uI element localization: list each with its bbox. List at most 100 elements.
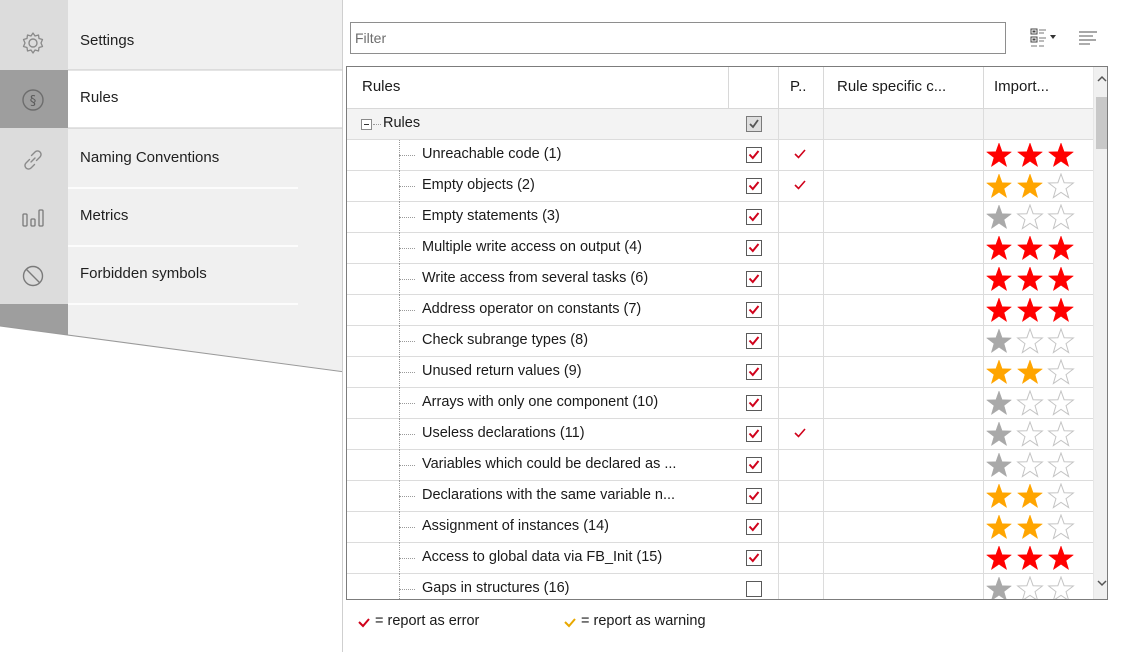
- star-filled-icon[interactable]: [1047, 142, 1075, 168]
- star-filled-icon[interactable]: [985, 514, 1013, 540]
- importance-rating[interactable]: [984, 545, 1093, 573]
- star-filled-icon[interactable]: [1016, 359, 1044, 385]
- star-empty-icon[interactable]: [1047, 514, 1075, 540]
- importance-rating[interactable]: [984, 452, 1093, 480]
- view-options-button[interactable]: [1030, 26, 1068, 50]
- star-filled-icon[interactable]: [1016, 545, 1044, 571]
- star-filled-icon[interactable]: [985, 142, 1013, 168]
- star-filled-icon[interactable]: [985, 545, 1013, 571]
- star-filled-icon[interactable]: [985, 235, 1013, 261]
- star-filled-icon[interactable]: [1016, 142, 1044, 168]
- rule-row[interactable]: Arrays with only one component (10): [347, 388, 1093, 419]
- star-filled-icon[interactable]: [985, 421, 1013, 447]
- rule-active-checkbox[interactable]: [746, 550, 762, 566]
- star-filled-icon[interactable]: [1016, 514, 1044, 540]
- column-header-p[interactable]: P..: [779, 67, 824, 109]
- rule-active-checkbox[interactable]: [746, 147, 762, 163]
- rule-row[interactable]: Empty statements (3): [347, 202, 1093, 233]
- column-header-active[interactable]: [729, 67, 779, 109]
- importance-rating[interactable]: [984, 204, 1093, 232]
- importance-rating[interactable]: [984, 421, 1093, 449]
- star-filled-icon[interactable]: [1016, 297, 1044, 323]
- star-empty-icon[interactable]: [1016, 576, 1044, 600]
- star-filled-icon[interactable]: [985, 359, 1013, 385]
- rule-row[interactable]: Useless declarations (11): [347, 419, 1093, 450]
- rule-row[interactable]: Declarations with the same variable n...: [347, 481, 1093, 512]
- rule-row[interactable]: Gaps in structures (16): [347, 574, 1093, 600]
- rule-row[interactable]: Address operator on constants (7): [347, 295, 1093, 326]
- star-filled-icon[interactable]: [1016, 483, 1044, 509]
- importance-rating[interactable]: [984, 142, 1093, 170]
- nav-item-settings[interactable]: Settings: [0, 13, 345, 71]
- importance-rating[interactable]: [984, 173, 1093, 201]
- rule-active-checkbox[interactable]: [746, 333, 762, 349]
- star-empty-icon[interactable]: [1047, 576, 1075, 600]
- nav-item-metrics[interactable]: Metrics: [0, 188, 345, 246]
- star-filled-icon[interactable]: [985, 452, 1013, 478]
- star-empty-icon[interactable]: [1047, 390, 1075, 416]
- group-row-rules[interactable]: Rules: [347, 109, 1093, 140]
- rule-active-checkbox[interactable]: [746, 519, 762, 535]
- star-empty-icon[interactable]: [1047, 328, 1075, 354]
- importance-rating[interactable]: [984, 576, 1093, 600]
- star-empty-icon[interactable]: [1047, 359, 1075, 385]
- importance-rating[interactable]: [984, 390, 1093, 418]
- star-filled-icon[interactable]: [985, 297, 1013, 323]
- importance-rating[interactable]: [984, 359, 1093, 387]
- collapse-toggle[interactable]: [361, 119, 372, 130]
- star-filled-icon[interactable]: [985, 173, 1013, 199]
- rule-row[interactable]: Variables which could be declared as ...: [347, 450, 1093, 481]
- rule-active-checkbox[interactable]: [746, 426, 762, 442]
- star-filled-icon[interactable]: [1016, 235, 1044, 261]
- star-empty-icon[interactable]: [1016, 452, 1044, 478]
- star-empty-icon[interactable]: [1047, 173, 1075, 199]
- scrollbar-thumb[interactable]: [1096, 97, 1107, 149]
- rule-active-checkbox[interactable]: [746, 209, 762, 225]
- importance-rating[interactable]: [984, 297, 1093, 325]
- rule-active-checkbox[interactable]: [746, 488, 762, 504]
- rule-row[interactable]: Empty objects (2): [347, 171, 1093, 202]
- star-filled-icon[interactable]: [985, 576, 1013, 600]
- star-filled-icon[interactable]: [1016, 173, 1044, 199]
- rule-row[interactable]: Write access from several tasks (6): [347, 264, 1093, 295]
- rule-active-checkbox[interactable]: [746, 271, 762, 287]
- rule-active-checkbox[interactable]: [746, 395, 762, 411]
- star-filled-icon[interactable]: [1047, 266, 1075, 292]
- star-empty-icon[interactable]: [1047, 421, 1075, 447]
- group-checkbox[interactable]: [746, 116, 762, 132]
- nav-item-rules[interactable]: § Rules: [0, 70, 345, 128]
- rule-active-checkbox[interactable]: [746, 240, 762, 256]
- star-empty-icon[interactable]: [1047, 204, 1075, 230]
- star-filled-icon[interactable]: [985, 266, 1013, 292]
- nav-item-naming-conventions[interactable]: Naming Conventions: [0, 130, 345, 188]
- scroll-down-arrow-icon[interactable]: [1094, 575, 1108, 591]
- star-empty-icon[interactable]: [1047, 483, 1075, 509]
- importance-rating[interactable]: [984, 483, 1093, 511]
- nav-item-forbidden-symbols[interactable]: Forbidden symbols: [0, 246, 345, 304]
- importance-rating[interactable]: [984, 235, 1093, 263]
- star-empty-icon[interactable]: [1016, 421, 1044, 447]
- star-empty-icon[interactable]: [1016, 328, 1044, 354]
- star-filled-icon[interactable]: [1047, 297, 1075, 323]
- rule-row[interactable]: Unreachable code (1): [347, 140, 1093, 171]
- importance-rating[interactable]: [984, 514, 1093, 542]
- star-filled-icon[interactable]: [985, 328, 1013, 354]
- star-filled-icon[interactable]: [985, 483, 1013, 509]
- importance-rating[interactable]: [984, 328, 1093, 356]
- rule-row[interactable]: Multiple write access on output (4): [347, 233, 1093, 264]
- rule-row[interactable]: Assignment of instances (14): [347, 512, 1093, 543]
- star-filled-icon[interactable]: [1047, 235, 1075, 261]
- sort-button[interactable]: [1077, 29, 1099, 47]
- star-empty-icon[interactable]: [1016, 204, 1044, 230]
- rule-active-checkbox[interactable]: [746, 302, 762, 318]
- star-filled-icon[interactable]: [1047, 545, 1075, 571]
- rule-active-checkbox[interactable]: [746, 581, 762, 597]
- importance-rating[interactable]: [984, 266, 1093, 294]
- star-empty-icon[interactable]: [1047, 452, 1075, 478]
- column-header-rule-specific[interactable]: Rule specific c...: [824, 67, 984, 109]
- star-filled-icon[interactable]: [985, 204, 1013, 230]
- star-filled-icon[interactable]: [1016, 266, 1044, 292]
- rule-row[interactable]: Check subrange types (8): [347, 326, 1093, 357]
- star-filled-icon[interactable]: [985, 390, 1013, 416]
- rule-row[interactable]: Access to global data via FB_Init (15): [347, 543, 1093, 574]
